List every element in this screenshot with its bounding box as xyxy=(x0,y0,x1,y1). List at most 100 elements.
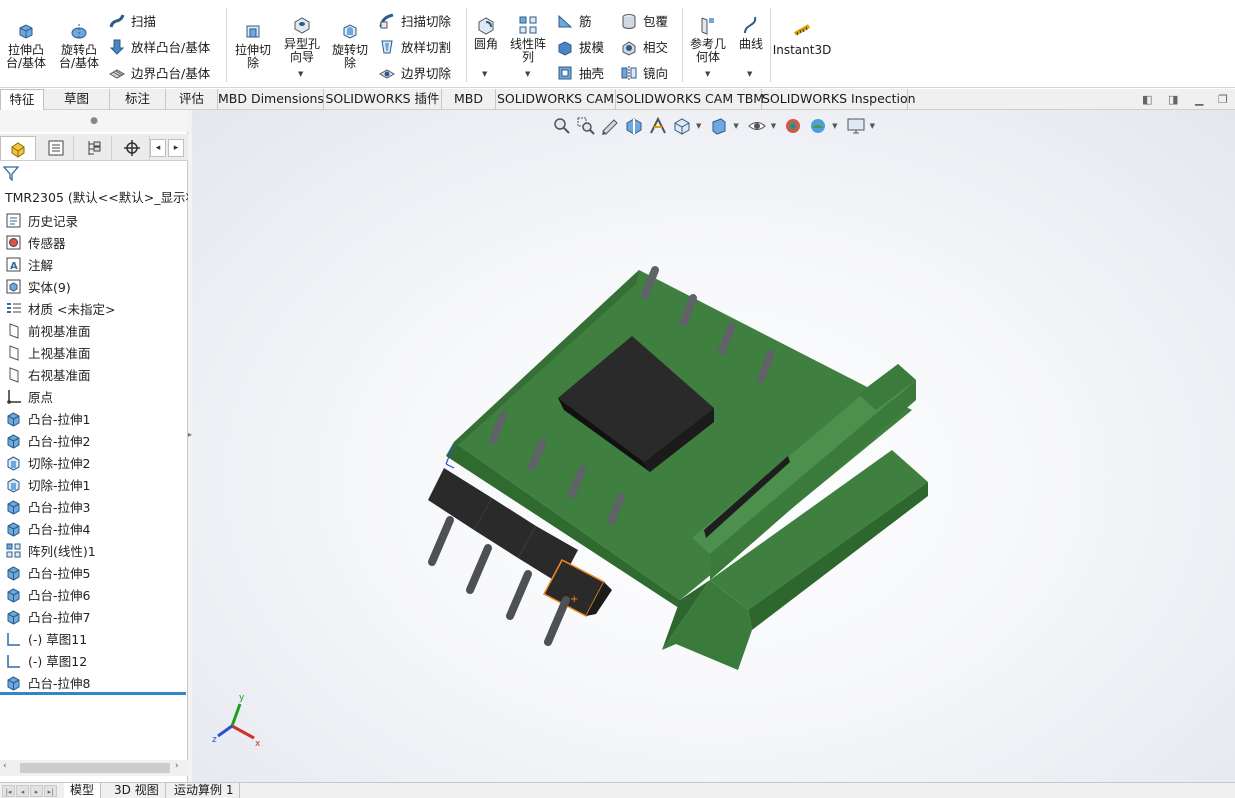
tree-item[interactable]: 右视基准面 xyxy=(0,363,188,385)
tab-mbd-dimensions[interactable]: MBD Dimensions xyxy=(218,89,324,110)
loft-boss-button[interactable]: 放样凸台/基体 xyxy=(108,37,210,56)
tree-item[interactable]: (-) 草图12 xyxy=(0,649,188,671)
tile-left-icon[interactable]: ◧ xyxy=(1142,93,1152,106)
bottom-pin[interactable] xyxy=(544,596,570,646)
tab-property-manager[interactable] xyxy=(38,136,74,160)
filter-icon[interactable] xyxy=(3,165,19,181)
tree-item[interactable]: 切除-拉伸1 xyxy=(0,473,188,495)
tree-item[interactable]: 凸台-拉伸1 xyxy=(0,407,188,429)
first-tab-button[interactable]: |◂ xyxy=(2,785,15,797)
tree-item[interactable]: 材质 <未指定> xyxy=(0,297,188,319)
tab-solidworks-cam-tbm[interactable]: SOLIDWORKS CAM TBM xyxy=(616,89,764,110)
mirror-button[interactable]: 镜向 xyxy=(620,63,668,82)
tab-configuration-manager[interactable] xyxy=(76,136,112,160)
tree-item[interactable]: 阵列(线性)1 xyxy=(0,539,188,561)
graphics-viewport[interactable]: ▼ ▼ ▼ ▼ ▼ + y x z xyxy=(192,110,1235,782)
panel-grip-handle[interactable]: ● xyxy=(0,110,188,132)
tree-item[interactable]: (-) 草图11 xyxy=(0,627,188,649)
sketch-icon xyxy=(7,632,20,646)
instant3d-button[interactable]: Instant3D xyxy=(772,20,832,57)
bottom-pin[interactable] xyxy=(428,516,454,566)
sweep-button[interactable]: 扫描 xyxy=(108,11,156,30)
last-tab-button[interactable]: ▸| xyxy=(44,785,57,797)
tab-markup[interactable]: 标注 xyxy=(110,89,166,110)
curves-button[interactable]: 曲线 xyxy=(734,14,768,51)
tree-item[interactable]: 切除-拉伸2 xyxy=(0,451,188,473)
tab-motion-study[interactable]: 运动算例 1 xyxy=(168,783,241,798)
intersect-button[interactable]: 相交 xyxy=(620,37,668,56)
scroll-right-arrow[interactable]: › xyxy=(175,761,179,771)
sweep-cut-button[interactable]: 扫描切除 xyxy=(378,11,451,30)
tree-item[interactable]: 历史记录 xyxy=(0,209,188,231)
tree-item[interactable]: 原点 xyxy=(0,385,188,407)
extrude-boss-button[interactable]: 拉伸凸 台/基体 xyxy=(4,20,48,70)
revolve-boss-button[interactable]: 旋转凸 台/基体 xyxy=(56,20,102,70)
hole-wizard-button[interactable]: 异型孔 向导 xyxy=(280,14,324,64)
boundary-cut-icon xyxy=(378,68,396,79)
tabs-scroll-right-button[interactable]: ▸ xyxy=(168,139,184,157)
tab-model[interactable]: 模型 xyxy=(64,783,102,798)
prev-tab-button[interactable]: ◂ xyxy=(16,785,29,797)
tree-item[interactable]: 前视基准面 xyxy=(0,319,188,341)
tree-root-part[interactable]: TMR2305 (默认<<默认>_显示状 xyxy=(0,187,188,209)
tree-item[interactable]: 凸台-拉伸5 xyxy=(0,561,188,583)
minimize-icon[interactable]: ▁ xyxy=(1195,93,1203,106)
tab-sketch[interactable]: 草图 xyxy=(44,89,110,110)
boundary-boss-button[interactable]: 边界凸台/基体 xyxy=(108,63,210,82)
boundary-cut-button[interactable]: 边界切除 xyxy=(378,63,451,82)
tree-item[interactable]: 凸台-拉伸2 xyxy=(0,429,188,451)
tab-dimxpert-manager[interactable] xyxy=(114,136,150,160)
bottom-pin[interactable] xyxy=(466,544,492,594)
tabs-scroll-left-button[interactable]: ◂ xyxy=(150,139,166,157)
tab-solidworks-cam[interactable]: SOLIDWORKS CAM xyxy=(496,89,616,110)
extrude-boss-icon xyxy=(7,609,20,625)
rib-button[interactable]: 筋 xyxy=(556,11,592,30)
wrap-button[interactable]: 包覆 xyxy=(620,11,668,30)
reference-geometry-dropdown[interactable]: ▼ xyxy=(705,70,710,78)
tab-solidworks-addins[interactable]: SOLIDWORKS 插件 xyxy=(324,89,442,110)
plane-icon xyxy=(9,344,19,361)
tree-item[interactable]: 凸台-拉伸8 xyxy=(0,671,188,693)
tab-solidworks-inspection[interactable]: SOLIDWORKS Inspection xyxy=(762,89,916,110)
tree-item-label: 凸台-拉伸5 xyxy=(28,565,91,581)
scrollbar-thumb[interactable] xyxy=(20,763,170,773)
tree-item[interactable]: 凸台-拉伸3 xyxy=(0,495,188,517)
rollback-bar[interactable] xyxy=(0,692,186,695)
tree-item[interactable]: 凸台-拉伸4 xyxy=(0,517,188,539)
fillet-dropdown[interactable]: ▼ xyxy=(482,70,487,78)
model-3d-render[interactable]: + xyxy=(192,110,1235,782)
horizontal-scrollbar[interactable]: ‹ › xyxy=(0,760,188,776)
curves-dropdown[interactable]: ▼ xyxy=(747,70,752,78)
draft-button[interactable]: 拔模 xyxy=(556,37,604,56)
tab-3d-views[interactable]: 3D 视图 xyxy=(108,783,166,798)
tile-right-icon[interactable]: ◨ xyxy=(1168,93,1178,106)
instant3d-label: Instant3D xyxy=(772,43,832,57)
restore-icon[interactable]: ❐ xyxy=(1218,93,1228,106)
origin-icon xyxy=(7,389,21,404)
scroll-left-arrow[interactable]: ‹ xyxy=(3,761,7,771)
intersect-label: 相交 xyxy=(643,40,669,55)
hole-wizard-dropdown[interactable]: ▼ xyxy=(298,70,303,78)
tab-feature-tree[interactable] xyxy=(0,136,36,160)
mirror-icon xyxy=(621,65,637,80)
loft-cut-button[interactable]: 放样切割 xyxy=(378,37,451,56)
extrude-cut-button[interactable]: 拉伸切 除 xyxy=(231,20,275,70)
linear-pattern-dropdown[interactable]: ▼ xyxy=(525,70,530,78)
tree-item[interactable]: A 注解 xyxy=(0,253,188,275)
tree-item[interactable]: 凸台-拉伸7 xyxy=(0,605,188,627)
reference-geometry-button[interactable]: 参考几 何体 xyxy=(686,14,730,64)
tree-item[interactable]: 凸台-拉伸6 xyxy=(0,583,188,605)
bottom-pin[interactable] xyxy=(506,570,532,620)
tree-item[interactable]: 传感器 xyxy=(0,231,188,253)
tree-item[interactable]: 实体(9) xyxy=(0,275,188,297)
shell-button[interactable]: 抽壳 xyxy=(556,63,604,82)
tab-features[interactable]: 特征 xyxy=(0,89,44,110)
linear-pattern-button[interactable]: 线性阵 列 xyxy=(506,14,550,64)
revolve-cut-button[interactable]: 旋转切 除 xyxy=(328,20,372,70)
tab-mbd[interactable]: MBD xyxy=(442,89,496,110)
tab-evaluate[interactable]: 评估 xyxy=(166,89,218,110)
tree-item[interactable]: 上视基准面 xyxy=(0,341,188,363)
fillet-button[interactable]: 圆角 xyxy=(470,14,502,51)
next-tab-button[interactable]: ▸ xyxy=(30,785,43,797)
plane-icon xyxy=(9,366,19,383)
